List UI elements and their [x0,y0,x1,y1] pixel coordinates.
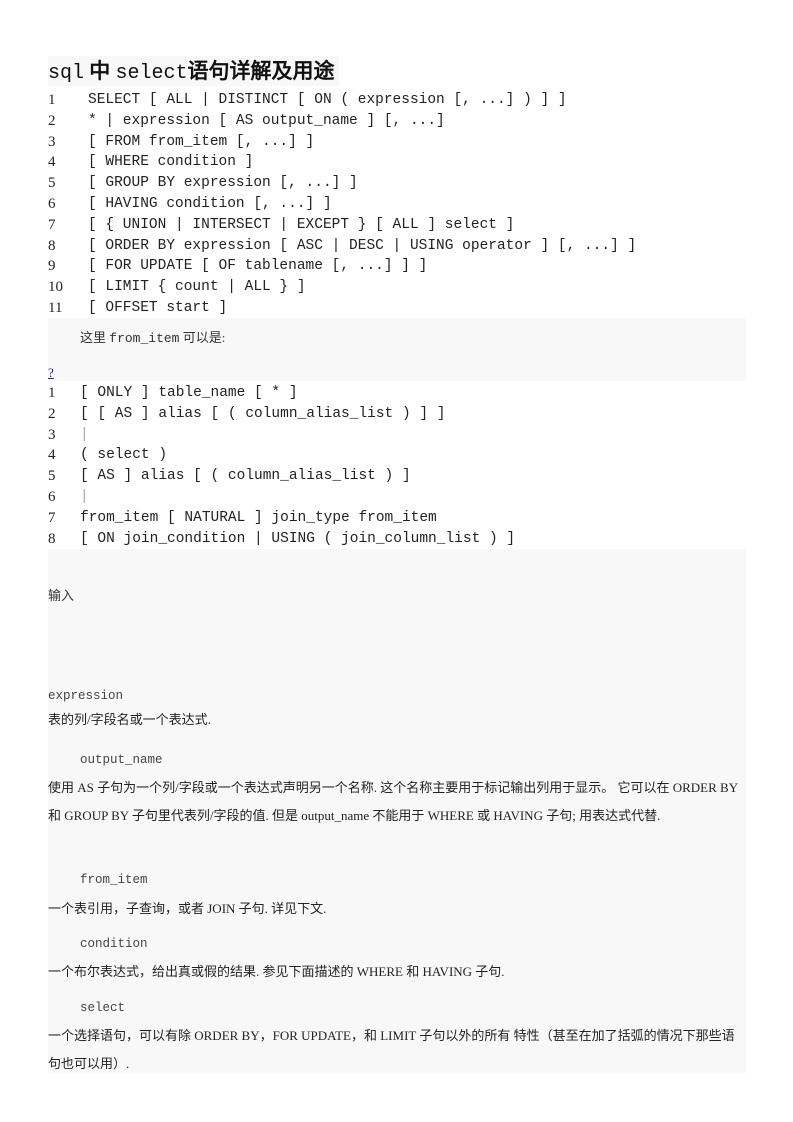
code-text: [ [ AS ] alias [ ( column_alias_list ) ]… [80,405,446,422]
line-number: 10 [48,279,63,296]
code-line: 2 [ [ AS ] alias [ ( column_alias_list ) … [48,404,515,425]
code-text: [ { UNION | INTERSECT | EXCEPT } [ ALL ]… [88,216,515,233]
param-desc-condition: 一个布尔表达式，给出真或假的结果. 参见下面描述的 WHERE 和 HAVING… [48,964,505,979]
line-number: 8 [48,237,56,254]
line-number: 6 [48,488,56,505]
param-desc-output-name: 使用 AS 子句为一个列/字段或一个表达式声明另一个名称. 这个名称主要用于标记… [48,780,738,823]
code-line: 5 [ AS ] alias [ ( column_alias_list ) ] [48,466,515,487]
note-prefix: 这里 [80,330,107,345]
help-link[interactable]: ? [48,364,54,382]
code-text: [ HAVING condition [, ...] ] [88,195,332,212]
inputs-heading: 输入 [48,588,75,603]
code-line: 9 [ FOR UPDATE [ OF tablename [, ...] ] ] [48,256,636,277]
code-line: 5 [ GROUP BY expression [, ...] ] [48,173,636,194]
param-desc-from-item: 一个表引用，子查询，或者 JOIN 子句. 详见下文. [48,901,327,916]
line-number: 2 [48,112,56,129]
code-text: [ ON join_condition | USING ( join_colum… [80,530,516,547]
code-text: * | expression [ AS output_name ] [, ...… [88,112,445,129]
param-term-from-item: from_item [80,873,148,887]
code-line: 6 | [48,487,515,508]
code-line: 7 from_item [ NATURAL ] join_type from_it… [48,508,515,529]
line-number: 3 [48,426,56,443]
title-rest: 语句详解及用途 [187,59,335,83]
code-line: 6 [ HAVING condition [, ...] ] [48,194,636,215]
line-number: 3 [48,133,56,150]
param-desc-select: 一个选择语句，可以有除 ORDER BY，FOR UPDATE，和 LIMIT … [48,1028,735,1071]
line-number: 4 [48,447,56,464]
select-syntax-listing: 1 SELECT [ ALL | DISTINCT [ ON ( expressi… [48,90,636,319]
code-line: 1 [ ONLY ] table_name [ * ] [48,383,515,404]
code-text: | [80,488,89,505]
line-number: 5 [48,468,56,485]
line-number: 4 [48,154,56,171]
param-term-output-name: output_name [80,753,163,767]
line-number: 7 [48,216,56,233]
code-line: 7 [ { UNION | INTERSECT | EXCEPT } [ ALL … [48,215,636,236]
code-text: from_item [ NATURAL ] join_type from_ite… [80,509,437,526]
param-desc-expression: 表的列/字段名或一个表达式. [48,712,211,727]
code-text: SELECT [ ALL | DISTINCT [ ON ( expressio… [88,92,567,108]
line-number: 9 [48,258,56,275]
code-text: [ FROM from_item [, ...] ] [88,133,315,150]
code-text: ( select ) [80,447,168,464]
title-sql: sql [48,62,85,85]
code-line: 8 [ ON join_condition | USING ( join_colu… [48,529,515,550]
code-text: [ ORDER BY expression [ ASC | DESC | USI… [88,237,637,254]
line-number: 7 [48,509,56,526]
code-text: [ ONLY ] table_name [ * ] [80,385,298,401]
param-term-expression: expression [48,689,124,703]
line-number: 11 [48,299,63,316]
code-text: [ OFFSET start ] [88,299,228,316]
param-term-select: select [80,1001,126,1015]
title-select: select [115,62,188,85]
code-line: 4 [ WHERE condition ] [48,152,636,173]
page-title: sql 中 select语句详解及用途 [48,56,339,86]
code-line: 4 ( select ) [48,445,515,466]
code-text: [ LIMIT { count | ALL } ] [88,279,306,296]
param-term-condition: condition [80,937,148,951]
code-line: 3 [ FROM from_item [, ...] ] [48,132,636,153]
line-number: 8 [48,530,56,547]
code-line: 3 | [48,425,515,446]
line-number: 6 [48,195,56,212]
from-item-note: 这里 from_item 可以是: [80,328,225,349]
code-text: [ AS ] alias [ ( column_alias_list ) ] [80,468,411,485]
from-item-listing: 1 [ ONLY ] table_name [ * ] 2 [ [ AS ] ali… [48,383,515,549]
title-zhong: 中 [89,59,111,83]
code-text: | [80,426,89,443]
code-line: 10 [ LIMIT { count | ALL } ] [48,277,636,298]
line-number: 1 [48,385,56,401]
line-number: 2 [48,405,56,422]
code-text: [ FOR UPDATE [ OF tablename [, ...] ] ] [88,258,428,275]
note-term: from_item [109,331,180,346]
line-number: 5 [48,175,56,192]
code-text: [ WHERE condition ] [88,154,254,171]
code-line: 2 * | expression [ AS output_name ] [, ..… [48,111,636,132]
code-line: 1 SELECT [ ALL | DISTINCT [ ON ( expressi… [48,90,636,111]
code-text: [ GROUP BY expression [, ...] ] [88,175,358,192]
note-suffix: 可以是: [182,330,226,345]
line-number: 1 [48,92,56,108]
code-line: 8 [ ORDER BY expression [ ASC | DESC | US… [48,236,636,257]
code-line: 11 [ OFFSET start ] [48,298,636,319]
